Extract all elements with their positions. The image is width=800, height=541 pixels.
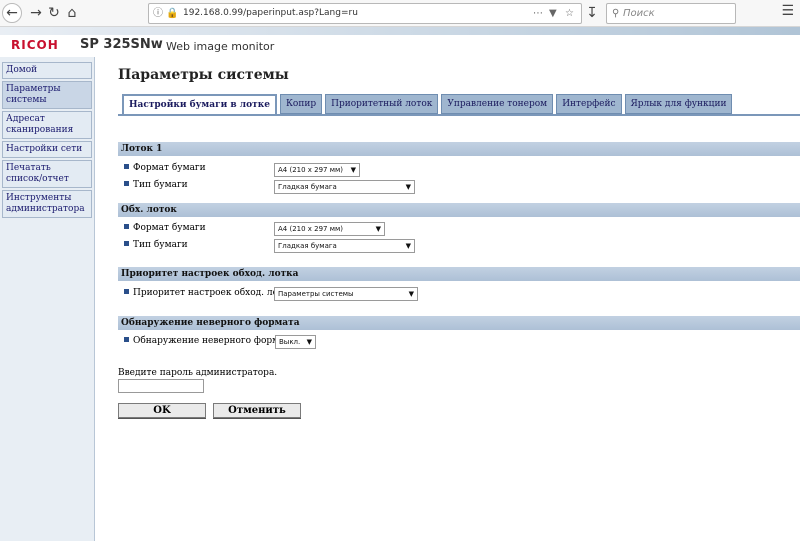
search-input[interactable]: ⚲ Поиск [606, 3, 736, 24]
tray1-size-select[interactable]: A4 (210 x 297 мм) ▼ [274, 163, 360, 177]
browser-toolbar: ← → ↻ ⌂ ⓘ 🔒 192.168.0.99/paperinput.asp?… [0, 0, 800, 27]
tab-interface[interactable]: Интерфейс [556, 94, 622, 114]
bypass-type-row: Тип бумаги [124, 238, 188, 252]
bullet-icon [124, 241, 129, 246]
tray1-type-value: Гладкая бумага [278, 183, 337, 191]
admin-password-input[interactable] [118, 379, 204, 393]
bypass-priority-row: Приоритет настроек обход. лотка [124, 286, 294, 300]
section-tray1-heading: Лоток 1 [118, 142, 800, 156]
section-bypass-heading: Обх. лоток [118, 203, 800, 217]
tray1-type-select[interactable]: Гладкая бумага ▼ [274, 180, 415, 194]
header-decoration [0, 27, 800, 35]
bypass-priority-label: Приоритет настроек обход. лотка [133, 288, 295, 298]
tab-priority-tray[interactable]: Приоритетный лоток [325, 94, 439, 114]
bookmark-star-icon[interactable]: ☆ [565, 4, 574, 23]
tab-tray-paper-settings[interactable]: Настройки бумаги в лотке [122, 94, 277, 114]
bullet-icon [124, 289, 129, 294]
sidebar-item-system-settings[interactable]: Параметры системы [2, 81, 92, 109]
bypass-size-label: Формат бумаги [133, 223, 206, 233]
chevron-down-icon: ▼ [306, 338, 312, 346]
sidebar-item-print-list[interactable]: Печатать список/отчет [2, 160, 92, 188]
chevron-down-icon: ▼ [350, 166, 356, 174]
bypass-type-value: Гладкая бумага [278, 242, 337, 250]
chevron-down-icon: ▼ [405, 242, 411, 250]
cancel-button[interactable]: Отменить [213, 403, 301, 418]
printer-model: SP 325SNw [80, 37, 163, 52]
bullet-icon [124, 337, 129, 342]
bullet-icon [124, 181, 129, 186]
search-icon: ⚲ [612, 8, 620, 19]
mismatch-select[interactable]: Выкл. ▼ [275, 335, 316, 349]
bullet-icon [124, 164, 129, 169]
mismatch-row: Обнаружение неверного формата [124, 334, 295, 348]
ok-button[interactable]: OK [118, 403, 206, 418]
mismatch-value: Выкл. [279, 338, 301, 346]
app-header: RICOH SP 325SNw Web image monitor [0, 27, 800, 57]
home-icon[interactable]: ⌂ [62, 3, 82, 23]
section-mismatch-heading: Обнаружение неверного формата [118, 316, 800, 330]
tray1-size-row: Формат бумаги [124, 161, 206, 175]
brand-logo: RICOH [11, 38, 59, 52]
address-bar[interactable]: ⓘ 🔒 192.168.0.99/paperinput.asp?Lang=ru … [148, 3, 582, 24]
back-icon[interactable]: ← [2, 3, 22, 23]
chevron-down-icon: ▼ [408, 290, 414, 298]
sidebar-item-home[interactable]: Домой [2, 62, 92, 79]
section-bypass-priority-heading: Приоритет настроек обход. лотка [118, 267, 800, 281]
sidebar-item-admin-tools[interactable]: Инструменты администратора [2, 190, 92, 218]
mismatch-label: Обнаружение неверного формата [133, 336, 295, 346]
sidebar-item-scan-destination[interactable]: Адресат сканирования [2, 111, 92, 139]
admin-password-label: Введите пароль администратора. [118, 368, 278, 378]
bypass-priority-value: Параметры системы [278, 290, 354, 298]
bypass-size-row: Формат бумаги [124, 221, 206, 235]
insecure-lock-icon[interactable]: 🔒 [166, 4, 178, 23]
reload-icon[interactable]: ↻ [44, 3, 64, 23]
menu-icon[interactable]: ☰ [781, 3, 794, 19]
tab-underline [118, 114, 800, 116]
tab-bar: Настройки бумаги в лотке Копир Приоритет… [122, 94, 735, 114]
pocket-icon[interactable]: ▼ [549, 4, 557, 23]
tray1-type-label: Тип бумаги [133, 180, 188, 190]
bypass-priority-select[interactable]: Параметры системы ▼ [274, 287, 418, 301]
tray1-type-row: Тип бумаги [124, 178, 188, 192]
bypass-size-value: A4 (210 x 297 мм) [278, 225, 344, 233]
tab-copier[interactable]: Копир [279, 94, 323, 114]
download-icon[interactable]: ↧ [582, 3, 602, 23]
sidebar: Домой Параметры системы Адресат сканиров… [0, 57, 95, 541]
page-title: Параметры системы [118, 67, 289, 83]
tray1-size-value: A4 (210 x 297 мм) [278, 166, 344, 174]
page-actions-icon[interactable]: ⋯ [533, 4, 543, 23]
app-subtitle: Web image monitor [166, 40, 275, 53]
forward-icon[interactable]: → [26, 3, 46, 23]
chevron-down-icon: ▼ [405, 183, 411, 191]
sidebar-item-network-settings[interactable]: Настройки сети [2, 141, 92, 158]
bypass-type-select[interactable]: Гладкая бумага ▼ [274, 239, 415, 253]
tab-function-shortcut[interactable]: Ярлык для функции [624, 94, 733, 114]
url-text: 192.168.0.99/paperinput.asp?Lang=ru [183, 8, 358, 18]
bypass-type-label: Тип бумаги [133, 240, 188, 250]
info-icon[interactable]: ⓘ [153, 4, 163, 23]
tray1-size-label: Формат бумаги [133, 163, 206, 173]
search-placeholder: Поиск [623, 8, 655, 19]
chevron-down-icon: ▼ [375, 225, 381, 233]
bullet-icon [124, 224, 129, 229]
bypass-size-select[interactable]: A4 (210 x 297 мм) ▼ [274, 222, 385, 236]
main-content: Параметры системы Настройки бумаги в лот… [118, 57, 800, 541]
tab-toner-management[interactable]: Управление тонером [441, 94, 554, 114]
